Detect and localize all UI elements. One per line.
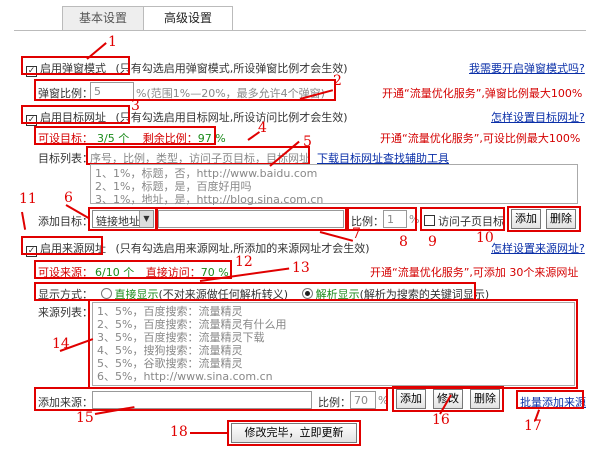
target-list-label: 目标列表：	[38, 152, 93, 165]
callout-number: 18	[170, 424, 188, 440]
callout-number: 7	[352, 226, 361, 242]
source-list-label: 来源列表：	[38, 306, 93, 319]
callout-number: 2	[333, 73, 342, 89]
callout-box-2	[34, 79, 336, 101]
callout-number: 1	[108, 34, 117, 50]
callout-box-10	[507, 206, 581, 232]
callout-box-11	[21, 236, 103, 255]
popup-enable-note: (只有勾选启用弹窗模式,所设弹窗比例才会生效)	[115, 62, 348, 75]
source-promo: 开通“流量优化服务”,可添加 30个来源网址	[370, 266, 579, 279]
target-help-link[interactable]: 怎样设置目标网址?	[491, 109, 585, 125]
tab-divider	[14, 30, 586, 31]
callout-box-5	[86, 146, 310, 165]
callout-number: 8	[399, 234, 408, 250]
callout-number: 12	[235, 254, 253, 270]
target-promo: 开通“流量优化服务”,可设比例最大100%	[380, 132, 581, 145]
target-list[interactable]: 1、1%，标题，否，http://www.baidu.com 2、1%，标题，是…	[90, 164, 578, 206]
callout-number: 13	[292, 260, 310, 276]
callout-box-4	[34, 126, 216, 145]
callout-number: 10	[476, 230, 494, 246]
callout-box-14	[88, 299, 578, 389]
callout-arrow	[21, 211, 27, 230]
callout-box-12	[34, 260, 232, 279]
callout-box-6	[88, 207, 158, 231]
tab-label: 基本设置	[78, 11, 127, 25]
callout-box-3	[21, 105, 130, 124]
source-help-link[interactable]: 怎样设置来源网址?	[491, 240, 585, 256]
callout-box-7	[155, 207, 347, 231]
list-item: 3、1%，地址，是，http://blog.sina.com.cn	[95, 193, 324, 206]
tab-basic-settings[interactable]: 基本设置	[62, 6, 144, 30]
list-item: 1、1%，标题，否，http://www.baidu.com	[95, 167, 318, 180]
popup-help-link[interactable]: 我需要开启弹窗模式吗?	[469, 60, 585, 76]
callout-number: 15	[76, 410, 94, 426]
callout-arrow	[190, 432, 227, 434]
callout-box-1	[21, 56, 130, 75]
callout-number: 9	[428, 234, 437, 250]
tab-advanced-settings[interactable]: 高级设置	[143, 6, 233, 31]
list-item: 2、1%，标题，是，百度好用吗	[95, 180, 252, 193]
popup-promo: 开通“流量优化服务”,弹窗比例最大100%	[382, 87, 583, 100]
callout-box-17	[516, 390, 584, 409]
callout-box-15	[34, 387, 388, 411]
callout-box-18	[227, 420, 361, 446]
tab-label: 高级设置	[163, 11, 212, 25]
target-enable-note: (只有勾选启用目标网址,所设访问比例才会生效)	[115, 111, 348, 124]
callout-number: 5	[303, 134, 312, 150]
callout-number: 4	[258, 120, 267, 136]
callout-number: 11	[19, 191, 37, 207]
callout-number: 3	[131, 98, 140, 114]
callout-box-9	[420, 207, 505, 231]
